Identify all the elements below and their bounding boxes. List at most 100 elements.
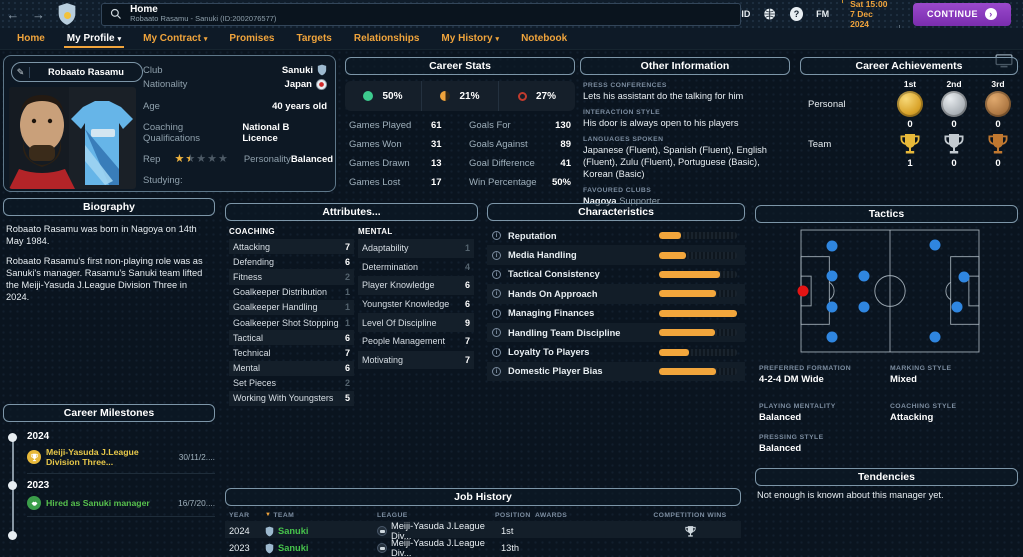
career-milestones-header[interactable]: Career Milestones bbox=[3, 404, 215, 422]
player-dot[interactable] bbox=[827, 331, 838, 342]
languages-spoken-section: LANGUAGES SPOKEN Japanese (Fluent), Span… bbox=[580, 136, 790, 180]
info-icon[interactable]: i bbox=[492, 328, 501, 337]
biography-header[interactable]: Biography bbox=[3, 198, 215, 216]
attribute-row: Youngster Knowledge6 bbox=[358, 295, 474, 314]
search-bar[interactable]: Home Robaato Rasamu - Sanuki (ID:2002076… bbox=[101, 3, 741, 26]
career-achievements-header[interactable]: Career Achievements bbox=[800, 57, 1018, 75]
tab-targets[interactable]: Targets bbox=[285, 28, 342, 49]
qualifications-label: Coaching Qualifications bbox=[143, 122, 242, 144]
player-dot[interactable] bbox=[858, 301, 869, 312]
personal-silver-count: 0 bbox=[932, 119, 976, 130]
player-dot[interactable] bbox=[827, 271, 838, 282]
column-competition-wins[interactable]: COMPETITION WINS bbox=[635, 512, 745, 519]
player-dot[interactable] bbox=[951, 302, 962, 313]
stat-row: Games Played61 Goals For130 bbox=[345, 116, 575, 135]
tab-my-history[interactable]: My History▾ bbox=[430, 28, 510, 49]
attributes-panel: Attributes... COACHING Attacking7 Defend… bbox=[225, 203, 478, 403]
fm-logo-icon[interactable]: FM bbox=[816, 9, 829, 19]
team-link[interactable]: Sanuki bbox=[265, 526, 377, 537]
help-icon[interactable]: ? bbox=[790, 7, 803, 21]
milestone-year: 2024 bbox=[27, 431, 215, 442]
back-arrow-icon[interactable]: ← bbox=[0, 7, 26, 22]
star-icon: ★★ bbox=[174, 154, 184, 165]
continue-label: CONTINUE bbox=[927, 9, 978, 19]
player-dot[interactable] bbox=[958, 271, 969, 282]
search-icon bbox=[110, 8, 122, 20]
attributes-header[interactable]: Attributes... bbox=[225, 203, 478, 221]
player-dot[interactable] bbox=[827, 240, 838, 251]
column-league[interactable]: LEAGUE bbox=[377, 512, 495, 519]
attribute-row: Attacking7 bbox=[229, 239, 354, 254]
edit-pencil-icon[interactable]: ✎ bbox=[12, 67, 30, 78]
info-icon[interactable]: i bbox=[492, 348, 501, 357]
other-information-panel: Other Information PRESS CONFERENCES Lets… bbox=[580, 57, 790, 207]
column-awards[interactable]: AWARDS bbox=[535, 512, 635, 519]
info-icon[interactable]: i bbox=[492, 270, 501, 279]
results-summary-strip: 50% 21% 27% bbox=[345, 81, 575, 111]
timeline-dot bbox=[8, 481, 17, 490]
tab-home[interactable]: Home bbox=[6, 28, 56, 49]
continue-button[interactable]: CONTINUE › bbox=[913, 3, 1011, 26]
player-dot[interactable] bbox=[827, 301, 838, 312]
player-dot[interactable] bbox=[930, 331, 941, 342]
team-link[interactable]: Sanuki bbox=[265, 543, 377, 554]
milestone-entry[interactable]: Hired as Sanuki manager 16/7/20.... bbox=[27, 491, 215, 517]
page-subtitle: Robaato Rasamu - Sanuki (ID:2002076577) bbox=[130, 15, 276, 23]
personal-gold-count: 0 bbox=[888, 119, 932, 130]
manager-name-box[interactable]: ✎ Robaato Rasamu bbox=[11, 62, 143, 82]
player-dot[interactable] bbox=[930, 239, 941, 250]
job-history-row: 2024 Sanuki Meiji-Yasuda J.League Div...… bbox=[225, 521, 741, 538]
milestone-year: 2023 bbox=[27, 480, 215, 491]
tab-notebook[interactable]: Notebook bbox=[510, 28, 578, 49]
info-icon[interactable]: i bbox=[492, 289, 501, 298]
silver-medal-icon bbox=[941, 91, 967, 117]
tendencies-header[interactable]: Tendencies bbox=[755, 468, 1018, 486]
bronze-trophy-icon bbox=[986, 132, 1010, 156]
info-icon[interactable]: i bbox=[492, 367, 501, 376]
forward-arrow-icon[interactable]: → bbox=[26, 7, 52, 22]
attribute-row: Defending6 bbox=[229, 254, 354, 269]
info-icon[interactable]: i bbox=[492, 309, 501, 318]
attribute-row: Player Knowledge6 bbox=[358, 276, 474, 295]
id-button[interactable]: ID bbox=[741, 9, 750, 19]
club-label: Club bbox=[143, 65, 163, 76]
column-position[interactable]: POSITION bbox=[495, 512, 535, 519]
chevron-down-icon: ▾ bbox=[118, 35, 122, 43]
attribute-row: Working With Youngsters5 bbox=[229, 391, 354, 406]
info-icon[interactable]: i bbox=[492, 231, 501, 240]
job-year: 2024 bbox=[229, 526, 265, 536]
tab-promises[interactable]: Promises bbox=[218, 28, 285, 49]
tab-my-contract[interactable]: My Contract▾ bbox=[132, 28, 218, 49]
reputation-stars: ★★★★★★★★★★ bbox=[174, 154, 227, 165]
timeline-dot bbox=[8, 531, 17, 540]
loss-ring-icon bbox=[518, 92, 527, 101]
career-stats-header[interactable]: Career Stats bbox=[345, 57, 575, 75]
trophy-icon bbox=[27, 450, 41, 464]
attribute-row: Motivating7 bbox=[358, 351, 474, 370]
league-link[interactable]: Meiji-Yasuda J.League Div... bbox=[377, 538, 495, 557]
tab-relationships[interactable]: Relationships bbox=[343, 28, 431, 49]
job-history-header[interactable]: Job History bbox=[225, 488, 741, 506]
sanuki-crest-icon bbox=[265, 543, 274, 554]
column-team[interactable]: ▼TEAM bbox=[265, 512, 377, 519]
biography-panel: Biography Robaato Rasamu was born in Nag… bbox=[3, 198, 215, 304]
club-crest-icon[interactable] bbox=[57, 2, 81, 26]
career-achievements-panel: Career Achievements 1st 2nd 3rd Personal… bbox=[800, 57, 1018, 169]
player-dot[interactable] bbox=[858, 271, 869, 282]
stat-row: Games Won31 Goals Against89 bbox=[345, 135, 575, 154]
mental-column-label: MENTAL bbox=[358, 227, 474, 236]
characteristics-header[interactable]: Characteristics bbox=[487, 203, 745, 221]
club-value-link[interactable]: Sanuki bbox=[282, 65, 313, 76]
milestone-entry[interactable]: Meiji-Yasuda J.League Division Three... … bbox=[27, 442, 215, 474]
goalkeeper-dot[interactable] bbox=[797, 286, 808, 297]
info-icon[interactable]: i bbox=[492, 251, 501, 260]
tactics-header[interactable]: Tactics bbox=[755, 205, 1018, 223]
column-year[interactable]: YEAR bbox=[229, 512, 265, 519]
tendencies-panel: Tendencies Not enough is known about thi… bbox=[755, 468, 1018, 500]
tab-my-profile[interactable]: My Profile▾ bbox=[56, 28, 132, 49]
chevron-right-icon: › bbox=[985, 8, 997, 20]
globe-icon[interactable] bbox=[763, 7, 776, 21]
other-information-header[interactable]: Other Information bbox=[580, 57, 790, 75]
characteristic-row: iLoyalty To Players bbox=[487, 342, 745, 361]
silver-trophy-icon bbox=[942, 132, 966, 156]
